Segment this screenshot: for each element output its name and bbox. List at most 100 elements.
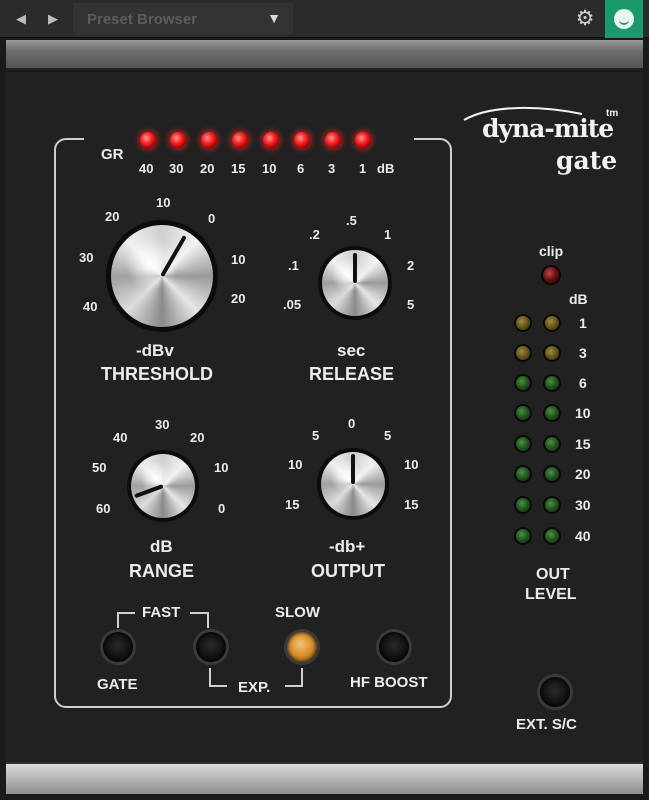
meter-led: [514, 496, 532, 514]
clip-label: clip: [539, 243, 564, 259]
gr-tick: 30: [169, 161, 184, 176]
fast-bracket: [117, 612, 119, 628]
gr-unit: dB: [377, 161, 395, 176]
hf-boost-label: HF BOOST: [350, 674, 428, 691]
logo-trademark: tm: [606, 108, 619, 119]
output-tick: 10: [288, 457, 303, 472]
range-tick: 0: [218, 501, 226, 516]
output-unit: -db+: [329, 537, 366, 556]
meter-tick: 40: [575, 528, 591, 544]
release-tick: .05: [283, 297, 302, 312]
logo-text-line1: dyna-mite: [482, 114, 614, 143]
ext-sc-label: EXT. S/C: [516, 716, 577, 733]
logo-text-line2: gate: [556, 146, 618, 175]
fast-bracket: [117, 612, 135, 614]
clip-led: [541, 265, 561, 285]
output-tick: 15: [285, 497, 300, 512]
next-preset-icon[interactable]: ▶: [40, 7, 66, 31]
exp-bracket: [209, 668, 211, 686]
gr-tick: 40: [139, 161, 154, 176]
output-knob[interactable]: [317, 448, 389, 520]
release-tick: 1: [384, 227, 392, 242]
gr-led: [294, 132, 310, 148]
meter-unit: dB: [569, 291, 588, 307]
exp-bracket: [209, 685, 227, 687]
threshold-unit: -dBv: [136, 341, 174, 360]
preset-browser-dropdown[interactable]: Preset Browser ▼: [73, 3, 293, 35]
range-tick: 50: [92, 460, 107, 475]
meter-led: [514, 465, 532, 483]
gr-led: [263, 132, 279, 148]
exp-bracket: [285, 685, 303, 687]
gate-button[interactable]: [100, 629, 136, 665]
exp-button[interactable]: [193, 629, 229, 665]
meter-tick: 20: [575, 466, 591, 482]
release-tick: .2: [309, 227, 320, 242]
gr-tick: 3: [328, 161, 336, 176]
exp-bracket: [301, 668, 303, 686]
output-tick: 15: [404, 497, 419, 512]
range-knob[interactable]: [127, 450, 199, 522]
range-tick: 10: [214, 460, 229, 475]
product-logo: dyna-mite gate tm: [462, 102, 632, 182]
range-tick: 30: [155, 417, 170, 432]
meter-tick: 15: [575, 436, 591, 452]
brand-button[interactable]: [605, 0, 643, 38]
output-label: OUTPUT: [311, 561, 385, 581]
gr-tick: 20: [200, 161, 215, 176]
meter-tick: 3: [579, 345, 587, 361]
output-tick: 0: [348, 416, 356, 431]
previous-preset-icon[interactable]: ◀: [8, 7, 34, 31]
threshold-tick: 30: [79, 250, 94, 265]
rack-rail-top: [6, 40, 643, 70]
meter-led: [514, 404, 532, 422]
range-tick: 60: [96, 501, 111, 516]
preset-browser-label: Preset Browser: [87, 11, 198, 28]
slow-label: SLOW: [275, 604, 320, 621]
threshold-label: THRESHOLD: [101, 364, 213, 384]
gear-icon[interactable]: ⚙: [572, 6, 598, 32]
gate-label: GATE: [97, 676, 138, 693]
brand-logo-icon: [614, 9, 634, 29]
range-label: RANGE: [129, 561, 195, 581]
meter-led: [543, 527, 561, 545]
meter-tick: 6: [579, 375, 587, 391]
fast-bracket: [207, 612, 209, 628]
gr-led: [201, 132, 217, 148]
level-label: LEVEL: [525, 586, 577, 603]
meter-tick: 10: [575, 405, 591, 421]
meter-led: [543, 404, 561, 422]
release-tick: 5: [407, 297, 415, 312]
chevron-down-icon: ▼: [267, 10, 281, 26]
meter-led: [514, 314, 532, 332]
meter-led: [514, 527, 532, 545]
meter-led: [514, 344, 532, 362]
ext-sc-button[interactable]: [537, 674, 573, 710]
release-knob[interactable]: [318, 246, 392, 320]
slow-button[interactable]: [284, 629, 320, 665]
threshold-tick: 10: [231, 252, 246, 267]
range-unit: dB: [150, 537, 173, 556]
gr-tick: 15: [231, 161, 246, 176]
threshold-knob[interactable]: [106, 220, 218, 332]
meter-led: [543, 344, 561, 362]
meter-led: [543, 314, 561, 332]
fast-label: FAST: [142, 604, 181, 621]
meter-led: [543, 465, 561, 483]
gr-tick: 10: [262, 161, 277, 176]
output-pointer: [351, 454, 355, 484]
gr-led: [232, 132, 248, 148]
release-tick: .5: [346, 213, 357, 228]
threshold-tick: 20: [231, 291, 246, 306]
output-tick: 5: [384, 428, 392, 443]
meter-led: [543, 435, 561, 453]
rack-rail-bottom: [6, 762, 643, 794]
exp-label: EXP.: [238, 679, 271, 696]
meter-led: [543, 496, 561, 514]
hf-boost-button[interactable]: [376, 629, 412, 665]
meter-led: [514, 435, 532, 453]
release-tick: .1: [288, 258, 299, 273]
gr-led: [355, 132, 371, 148]
gr-led: [140, 132, 156, 148]
gr-tick: 1: [359, 161, 367, 176]
